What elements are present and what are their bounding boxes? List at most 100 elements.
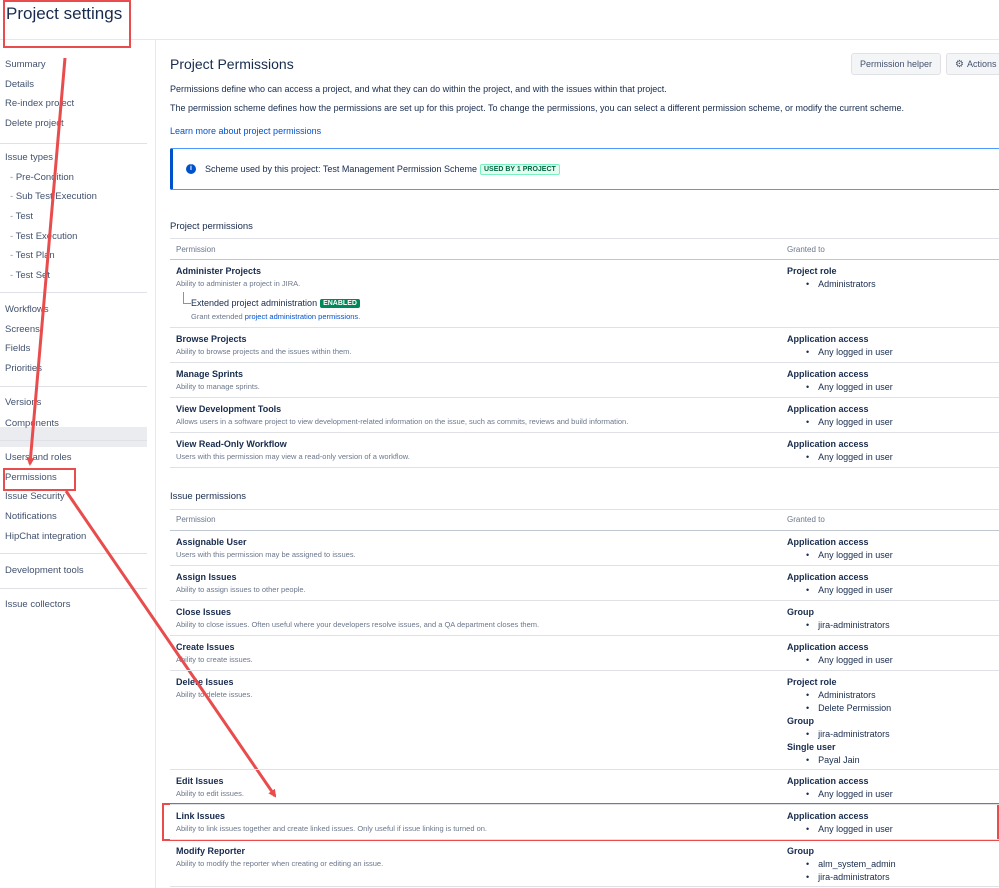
grant-type: Group — [787, 716, 814, 726]
row-divider — [170, 432, 999, 433]
column-header-granted: Granted to — [787, 245, 825, 254]
table-divider — [170, 509, 999, 510]
row-divider — [170, 804, 999, 805]
permission-helper-button[interactable]: Permission helper — [851, 53, 942, 75]
row-divider — [170, 467, 999, 468]
sidebar-divider — [0, 440, 147, 441]
used-by-badge[interactable]: USED BY 1 PROJECT — [479, 164, 560, 175]
sidebar-divider — [0, 386, 147, 387]
grant-value: Any logged in user — [806, 452, 893, 462]
extended-admin-row: Extended project administration ENABLED — [191, 298, 360, 308]
gear-icon: ⚙ — [955, 59, 964, 70]
sidebar-item-issue-security[interactable]: Issue Security — [5, 490, 65, 504]
grant-value: Payal Jain — [806, 755, 860, 765]
permission-name: Modify Reporter — [176, 846, 246, 856]
permission-name: Administer Projects — [176, 266, 262, 276]
row-divider — [170, 886, 999, 887]
sidebar-item-issue-collectors[interactable]: Issue collectors — [5, 598, 70, 612]
sidebar-item-delete-project[interactable]: Delete project — [5, 117, 64, 131]
permission-name: Assignable User — [176, 537, 247, 547]
table-divider — [170, 530, 999, 531]
row-divider — [170, 397, 999, 398]
sidebar-item-versions[interactable]: Versions — [5, 396, 41, 410]
grant-type: Application access — [787, 642, 869, 652]
sidebar-item-fields[interactable]: Fields — [5, 342, 30, 356]
permission-description: Ability to administer a project in JIRA. — [176, 279, 301, 288]
sidebar-item-hipchat-integration[interactable]: HipChat integration — [5, 530, 86, 544]
permission-name: Assign Issues — [176, 572, 237, 582]
grant-type: Application access — [787, 334, 869, 344]
grant-value: Any logged in user — [806, 585, 893, 595]
grant-value: Any logged in user — [806, 382, 893, 392]
grant-value: Administrators — [806, 279, 876, 289]
info-icon: i — [186, 164, 196, 174]
table-divider — [170, 259, 999, 260]
sidebar-item-test-plan[interactable]: Test Plan — [10, 249, 55, 263]
grant-type: Project role — [787, 266, 837, 276]
sidebar-item-test-execution[interactable]: Test Execution — [10, 230, 78, 244]
row-divider — [170, 327, 999, 328]
row-divider — [170, 769, 999, 770]
scheme-info-box: i Scheme used by this project: Test Mana… — [170, 148, 999, 190]
grant-type: Application access — [787, 776, 869, 786]
actions-button[interactable]: ⚙ Actions — [946, 53, 999, 75]
sidebar-item-re-index-project[interactable]: Re-index project — [5, 97, 74, 111]
permission-name: Create Issues — [176, 642, 235, 652]
tree-connector — [183, 292, 191, 304]
grant-value: jira-administrators — [806, 729, 890, 739]
row-divider — [170, 839, 999, 840]
sidebar-item-test-set[interactable]: Test Set — [10, 269, 50, 283]
grant-value: alm_system_admin — [806, 859, 896, 869]
sidebar-item-details[interactable]: Details — [5, 78, 34, 92]
learn-more-link[interactable]: Learn more about project permissions — [170, 126, 321, 136]
row-divider — [170, 600, 999, 601]
row-divider — [170, 565, 999, 566]
grant-value: Any logged in user — [806, 789, 893, 799]
permission-name: Browse Projects — [176, 334, 247, 344]
grant-type: Application access — [787, 439, 869, 449]
grant-value: Delete Permission — [806, 703, 891, 713]
sidebar-divider — [0, 143, 147, 144]
highlight-box-title — [3, 0, 131, 48]
grant-type: Project role — [787, 677, 837, 687]
permission-name: Delete Issues — [176, 677, 234, 687]
sidebar-item-notifications[interactable]: Notifications — [5, 510, 57, 524]
row-divider — [170, 635, 999, 636]
scheme-info-text: Scheme used by this project: Test Manage… — [205, 164, 560, 175]
page-title: Project Permissions — [170, 56, 294, 72]
sidebar-item-screens[interactable]: Screens — [5, 323, 40, 337]
sidebar-item-users-and-roles[interactable]: Users and roles — [5, 451, 72, 465]
scheme-description: The permission scheme defines how the pe… — [170, 103, 905, 113]
permission-description: Ability to manage sprints. — [176, 382, 260, 391]
grant-type: Application access — [787, 572, 869, 582]
permission-name: Edit Issues — [176, 776, 224, 786]
permission-name: Close Issues — [176, 607, 232, 617]
sidebar-divider — [0, 553, 147, 554]
sidebar-item-issue-types[interactable]: Issue types — [5, 151, 53, 165]
admin-permissions-link[interactable]: project administration permissions — [245, 312, 358, 321]
permission-description: Ability to modify the reporter when crea… — [176, 859, 384, 868]
grant-type: Single user — [787, 742, 836, 752]
permission-description: Ability to close issues. Often useful wh… — [176, 620, 540, 629]
sidebar-item-test[interactable]: Test — [10, 210, 33, 224]
permission-description: Ability to assign issues to other people… — [176, 585, 306, 594]
grant-type: Application access — [787, 537, 869, 547]
grant-type: Group — [787, 846, 814, 856]
permission-description: Ability to browse projects and the issue… — [176, 347, 352, 356]
sidebar-item-components[interactable]: Components — [5, 417, 59, 431]
sidebar-item-summary[interactable]: Summary — [5, 58, 46, 72]
issue-permissions-heading: Issue permissions — [170, 491, 247, 502]
row-divider — [170, 362, 999, 363]
sidebar-item-development-tools[interactable]: Development tools — [5, 564, 84, 578]
table-divider — [170, 238, 999, 239]
row-divider — [170, 670, 999, 671]
enabled-badge: ENABLED — [320, 299, 360, 308]
actions-label: Actions — [966, 59, 997, 69]
sidebar-item-workflows[interactable]: Workflows — [5, 303, 49, 317]
sidebar-item-pre-condition[interactable]: Pre-Condition — [10, 171, 74, 185]
grant-value: jira-administrators — [806, 872, 890, 882]
sidebar-item-priorities[interactable]: Priorities — [5, 362, 42, 376]
permission-name: View Read-Only Workflow — [176, 439, 287, 449]
permissions-description: Permissions define who can access a proj… — [170, 84, 667, 94]
sidebar-item-sub-test-execution[interactable]: Sub Test Execution — [10, 190, 97, 204]
